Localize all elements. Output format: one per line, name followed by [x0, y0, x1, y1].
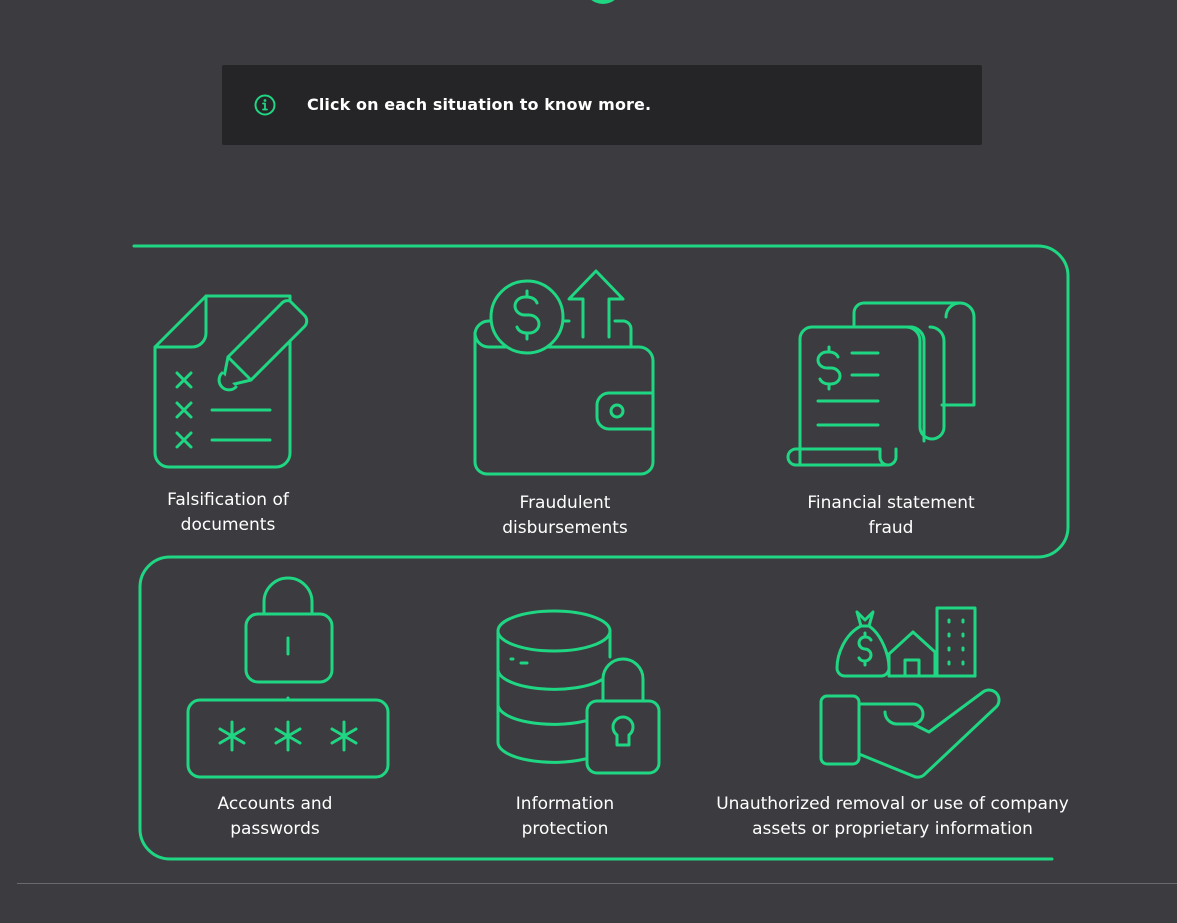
label-line: protection: [521, 819, 609, 839]
label-line: disbursements: [502, 518, 628, 538]
label-line: Unauthorized removal or use of company: [716, 794, 1069, 814]
page: Click on each situation to know more. Fa…: [0, 0, 1177, 923]
label-line: passwords: [230, 819, 320, 839]
situation-label: Falsification of documents: [140, 488, 316, 538]
situation-financial-statement-fraud[interactable]: Financial statement fraud: [780, 295, 1002, 545]
situation-label: Fraudulent disbursements: [465, 491, 665, 541]
label-line: Information: [515, 794, 615, 814]
padlock-password-icon: [186, 576, 390, 779]
bottom-divider: [17, 883, 1177, 884]
situation-unauthorized-removal[interactable]: Unauthorized removal or use of company a…: [705, 600, 1080, 845]
document-pen-icon: [153, 294, 309, 469]
label-line: Falsification of: [167, 490, 289, 510]
label-line: fraud: [868, 518, 914, 538]
wallet-dollar-icon: [473, 269, 655, 476]
situation-accounts-and-passwords[interactable]: Accounts and passwords: [180, 570, 400, 845]
info-icon: [254, 94, 276, 116]
progress-indicator: [584, 0, 622, 4]
info-banner: Click on each situation to know more.: [222, 65, 982, 145]
database-lock-icon: [496, 609, 661, 775]
situation-label: Accounts and passwords: [170, 792, 380, 842]
situation-label: Unauthorized removal or use of company a…: [705, 792, 1080, 842]
info-text: Click on each situation to know more.: [307, 95, 652, 114]
label-line: assets or proprietary information: [752, 819, 1033, 839]
label-line: documents: [180, 515, 276, 535]
situation-label: Information protection: [465, 792, 665, 842]
label-line: Accounts and: [217, 794, 333, 814]
situation-falsification-of-documents[interactable]: Falsification of documents: [140, 285, 320, 540]
hand-assets-icon: [819, 606, 1001, 779]
label-line: Financial statement: [807, 493, 975, 513]
situation-information-protection[interactable]: Information protection: [485, 605, 675, 845]
financial-receipt-icon: [786, 301, 976, 467]
label-line: Fraudulent: [519, 493, 611, 513]
situation-fraudulent-disbursements[interactable]: Fraudulent disbursements: [465, 265, 665, 545]
situation-label: Financial statement fraud: [780, 491, 1002, 541]
